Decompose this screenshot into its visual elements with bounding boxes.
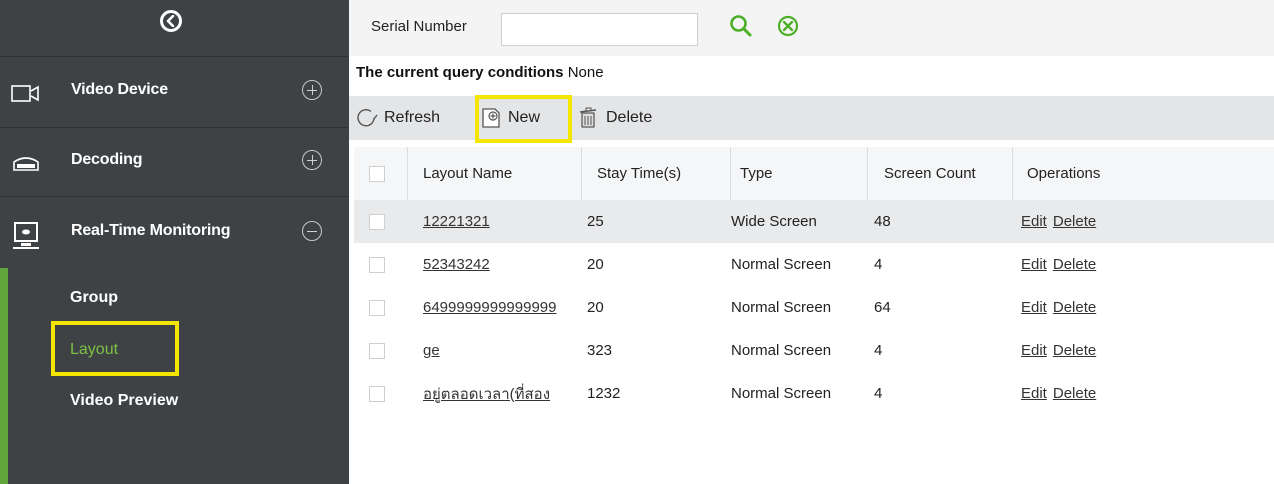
type-cell: Normal Screen [731,256,832,273]
sidebar: Video Device Decoding Real-Time Monitori… [0,0,349,484]
layout-name-link[interactable]: อยู่ตลอดเวลา(ที่สอง [423,382,550,406]
sidebar-item-decoding[interactable]: Decoding [0,130,349,190]
delete-label: Delete [606,109,653,126]
clear-icon[interactable] [777,15,799,37]
sidebar-item-label: Decoding [71,151,143,168]
row-checkbox[interactable] [369,342,385,359]
stay-time-cell: 1232 [587,385,621,402]
submenu-item-video-preview[interactable]: Video Preview [70,392,178,410]
decoder-icon [11,150,41,176]
stay-time-cell: 20 [587,299,604,316]
expand-icon[interactable] [302,80,322,100]
delete-link[interactable]: Delete [1053,299,1096,316]
delete-button[interactable]: Delete [578,96,652,140]
screen-count-cell: 48 [874,213,891,230]
search-icon[interactable] [729,14,753,38]
stay-time-cell: 25 [587,213,604,230]
sidebar-divider [0,196,349,197]
column-header-screen-count[interactable]: Screen Count [868,147,1013,200]
stay-time-cell: 20 [587,256,604,273]
table-row[interactable]: 52343242 20 Normal Screen 4 Edit Delete [354,243,1274,286]
sidebar-divider [0,127,349,128]
submenu-item-group[interactable]: Group [70,289,118,307]
header-select-cell [354,147,408,200]
edit-link[interactable]: Edit [1021,256,1047,273]
stay-time-cell: 323 [587,342,613,359]
query-conditions: The current query conditions None [356,64,604,81]
column-header-layout-name[interactable]: Layout Name [408,147,582,200]
layout-name-link[interactable]: 12221321 [423,213,490,230]
row-checkbox[interactable] [369,385,385,402]
edit-link[interactable]: Edit [1021,213,1047,230]
table-row[interactable]: 12221321 25 Wide Screen 48 Edit Delete [354,200,1274,243]
row-checkbox[interactable] [369,299,385,316]
sidebar-item-video-device[interactable]: Video Device [0,60,349,120]
expand-icon[interactable] [302,150,322,170]
select-all-checkbox[interactable] [369,165,385,182]
search-label: Serial Number [371,18,467,35]
type-cell: Normal Screen [731,342,832,359]
sidebar-item-label: Video Device [71,81,168,98]
serial-number-input[interactable] [501,13,698,46]
screen-count-cell: 4 [874,256,883,273]
monitor-icon [11,221,41,249]
trash-icon [579,107,597,128]
sidebar-item-label: Real-Time Monitoring [71,222,231,239]
edit-link[interactable]: Edit [1021,385,1047,402]
submenu: Group Layout Video Preview [0,268,349,484]
edit-link[interactable]: Edit [1021,299,1047,316]
new-button[interactable]: New [480,96,540,140]
table-row[interactable]: อยู่ตลอดเวลา(ที่สอง 1232 Normal Screen 4… [354,372,1274,415]
delete-link[interactable]: Delete [1053,213,1096,230]
edit-link[interactable]: Edit [1021,342,1047,359]
sidebar-divider [0,56,349,57]
layout-name-link[interactable]: 52343242 [423,256,490,273]
camera-icon [11,80,41,106]
screen-count-cell: 4 [874,342,883,359]
row-checkbox[interactable] [369,213,385,230]
refresh-label: Refresh [384,109,441,126]
collapse-icon[interactable] [302,221,322,241]
type-cell: Normal Screen [731,385,832,402]
submenu-item-layout[interactable]: Layout [70,341,118,359]
new-icon [482,108,500,128]
sidebar-item-real-time-monitoring[interactable]: Real-Time Monitoring [0,201,349,261]
type-cell: Wide Screen [731,213,817,230]
screen-count-cell: 4 [874,385,883,402]
type-cell: Normal Screen [731,299,832,316]
column-header-type[interactable]: Type [731,147,868,200]
column-header-stay-time[interactable]: Stay Time(s) [582,147,731,200]
collapse-sidebar-icon[interactable] [160,10,182,32]
table-row[interactable]: 6499999999999999 20 Normal Screen 64 Edi… [354,286,1274,329]
refresh-button[interactable]: Refresh [356,96,440,140]
query-value: None [567,64,604,81]
row-checkbox[interactable] [369,256,385,273]
delete-link[interactable]: Delete [1053,256,1096,273]
column-header-operations: Operations [1027,165,1101,182]
refresh-icon [357,109,378,127]
delete-link[interactable]: Delete [1053,385,1096,402]
query-label: The current query conditions [356,64,564,81]
table-row[interactable]: ge 323 Normal Screen 4 Edit Delete [354,329,1274,372]
delete-link[interactable]: Delete [1053,342,1096,359]
new-label: New [508,109,541,126]
toolbar: Refresh New Delete [349,95,1274,143]
table-header: Layout Name Stay Time(s) Type Screen Cou… [354,147,1274,200]
search-bar: Serial Number [349,0,1274,56]
main-content: Serial Number The current query conditio… [349,0,1274,484]
screen-count-cell: 64 [874,299,891,316]
layout-name-link[interactable]: 6499999999999999 [423,299,556,316]
layout-name-link[interactable]: ge [423,342,440,359]
